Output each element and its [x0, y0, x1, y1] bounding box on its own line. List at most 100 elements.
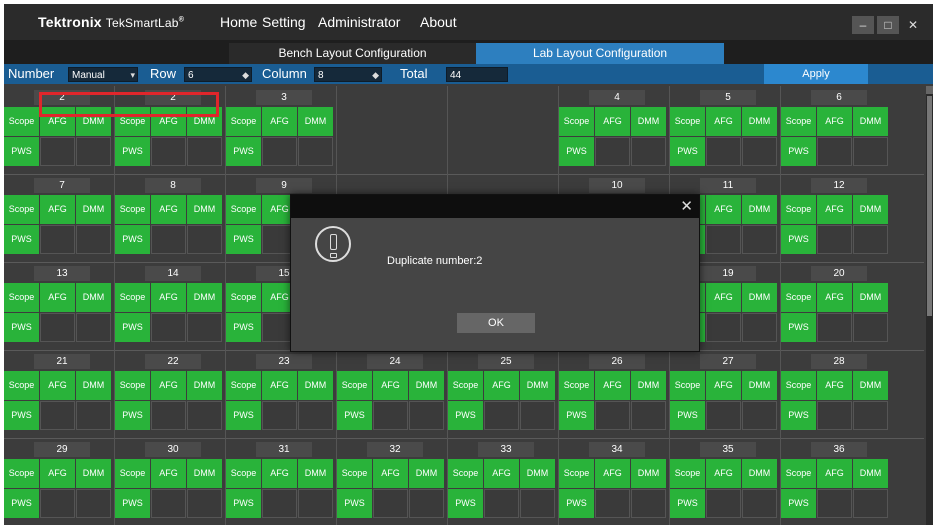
pws-slot[interactable]: PWS	[448, 401, 483, 430]
pws-slot[interactable]: PWS	[781, 489, 816, 518]
afg-slot[interactable]: AFG	[595, 371, 630, 400]
empty-slot[interactable]	[187, 225, 222, 254]
scope-slot[interactable]: Scope	[226, 371, 261, 400]
afg-slot[interactable]: AFG	[40, 283, 75, 312]
dmm-slot[interactable]: DMM	[409, 459, 444, 488]
empty-slot[interactable]	[742, 225, 777, 254]
dmm-slot[interactable]: DMM	[187, 459, 222, 488]
afg-slot[interactable]: AFG	[706, 371, 741, 400]
empty-slot[interactable]	[742, 313, 777, 342]
afg-slot[interactable]: AFG	[262, 371, 297, 400]
scope-slot[interactable]: Scope	[4, 371, 39, 400]
afg-slot[interactable]: AFG	[706, 107, 741, 136]
afg-slot[interactable]: AFG	[373, 459, 408, 488]
menu-home[interactable]: Home	[220, 14, 257, 30]
bench-number[interactable]: 30	[145, 442, 201, 457]
pws-slot[interactable]: PWS	[115, 313, 150, 342]
empty-slot[interactable]	[520, 489, 555, 518]
scope-slot[interactable]: Scope	[337, 459, 372, 488]
scrollbar-thumb[interactable]	[927, 96, 932, 316]
scope-slot[interactable]: Scope	[781, 459, 816, 488]
empty-slot[interactable]	[262, 489, 297, 518]
pws-slot[interactable]: PWS	[115, 137, 150, 166]
scope-slot[interactable]: Scope	[337, 371, 372, 400]
empty-slot[interactable]	[40, 401, 75, 430]
empty-slot[interactable]	[742, 137, 777, 166]
menu-about[interactable]: About	[420, 14, 457, 30]
pws-slot[interactable]: PWS	[781, 137, 816, 166]
pws-slot[interactable]: PWS	[4, 401, 39, 430]
empty-slot[interactable]	[373, 489, 408, 518]
pws-slot[interactable]: PWS	[670, 401, 705, 430]
pws-slot[interactable]: PWS	[4, 313, 39, 342]
empty-slot[interactable]	[706, 313, 741, 342]
empty-slot[interactable]	[76, 225, 111, 254]
empty-slot[interactable]	[40, 225, 75, 254]
bench-number[interactable]: 5	[700, 90, 756, 105]
bench-number[interactable]: 27	[700, 354, 756, 369]
afg-slot[interactable]: AFG	[706, 283, 741, 312]
empty-slot[interactable]	[298, 137, 333, 166]
bench-number[interactable]: 34	[589, 442, 645, 457]
scope-slot[interactable]: Scope	[4, 107, 39, 136]
ok-button[interactable]: OK	[457, 313, 535, 333]
empty-slot[interactable]	[484, 489, 519, 518]
empty-slot[interactable]	[262, 401, 297, 430]
pws-slot[interactable]: PWS	[448, 489, 483, 518]
pws-slot[interactable]: PWS	[4, 137, 39, 166]
pws-slot[interactable]: PWS	[559, 489, 594, 518]
scope-slot[interactable]: Scope	[226, 195, 261, 224]
scope-slot[interactable]: Scope	[781, 371, 816, 400]
scope-slot[interactable]: Scope	[559, 459, 594, 488]
pws-slot[interactable]: PWS	[226, 225, 261, 254]
pws-slot[interactable]: PWS	[226, 489, 261, 518]
dmm-slot[interactable]: DMM	[76, 283, 111, 312]
scope-slot[interactable]: Scope	[4, 283, 39, 312]
afg-slot[interactable]: AFG	[151, 459, 186, 488]
empty-slot[interactable]	[409, 401, 444, 430]
empty-slot[interactable]	[595, 137, 630, 166]
empty-slot[interactable]	[151, 225, 186, 254]
bench-number[interactable]: 28	[811, 354, 867, 369]
empty-slot[interactable]	[76, 489, 111, 518]
afg-slot[interactable]: AFG	[151, 283, 186, 312]
menu-administrator[interactable]: Administrator	[318, 14, 400, 30]
scope-slot[interactable]: Scope	[4, 459, 39, 488]
bench-number[interactable]: 32	[367, 442, 423, 457]
afg-slot[interactable]: AFG	[484, 371, 519, 400]
empty-slot[interactable]	[151, 401, 186, 430]
empty-slot[interactable]	[706, 489, 741, 518]
scope-slot[interactable]: Scope	[670, 371, 705, 400]
dmm-slot[interactable]: DMM	[631, 371, 666, 400]
afg-slot[interactable]: AFG	[262, 107, 297, 136]
afg-slot[interactable]: AFG	[706, 195, 741, 224]
bench-number[interactable]: 12	[811, 178, 867, 193]
afg-slot[interactable]: AFG	[817, 283, 852, 312]
dmm-slot[interactable]: DMM	[76, 459, 111, 488]
scope-slot[interactable]: Scope	[115, 459, 150, 488]
empty-slot[interactable]	[742, 401, 777, 430]
afg-slot[interactable]: AFG	[595, 459, 630, 488]
scope-slot[interactable]: Scope	[559, 371, 594, 400]
empty-slot[interactable]	[817, 489, 852, 518]
empty-slot[interactable]	[631, 137, 666, 166]
dmm-slot[interactable]: DMM	[853, 195, 888, 224]
bench-number[interactable]: 24	[367, 354, 423, 369]
dmm-slot[interactable]: DMM	[742, 459, 777, 488]
empty-slot[interactable]	[595, 401, 630, 430]
dmm-slot[interactable]: DMM	[853, 459, 888, 488]
bench-number[interactable]: 25	[478, 354, 534, 369]
bench-number[interactable]: 19	[700, 266, 756, 281]
pws-slot[interactable]: PWS	[226, 137, 261, 166]
bench-number[interactable]: 4	[589, 90, 645, 105]
scope-slot[interactable]: Scope	[115, 371, 150, 400]
empty-slot[interactable]	[262, 137, 297, 166]
empty-slot[interactable]	[706, 137, 741, 166]
empty-slot[interactable]	[40, 489, 75, 518]
pws-slot[interactable]: PWS	[337, 401, 372, 430]
empty-slot[interactable]	[40, 137, 75, 166]
bench-number[interactable]: 20	[811, 266, 867, 281]
maximize-button[interactable]: □	[877, 16, 899, 34]
bench-number[interactable]: 6	[811, 90, 867, 105]
dmm-slot[interactable]: DMM	[187, 195, 222, 224]
